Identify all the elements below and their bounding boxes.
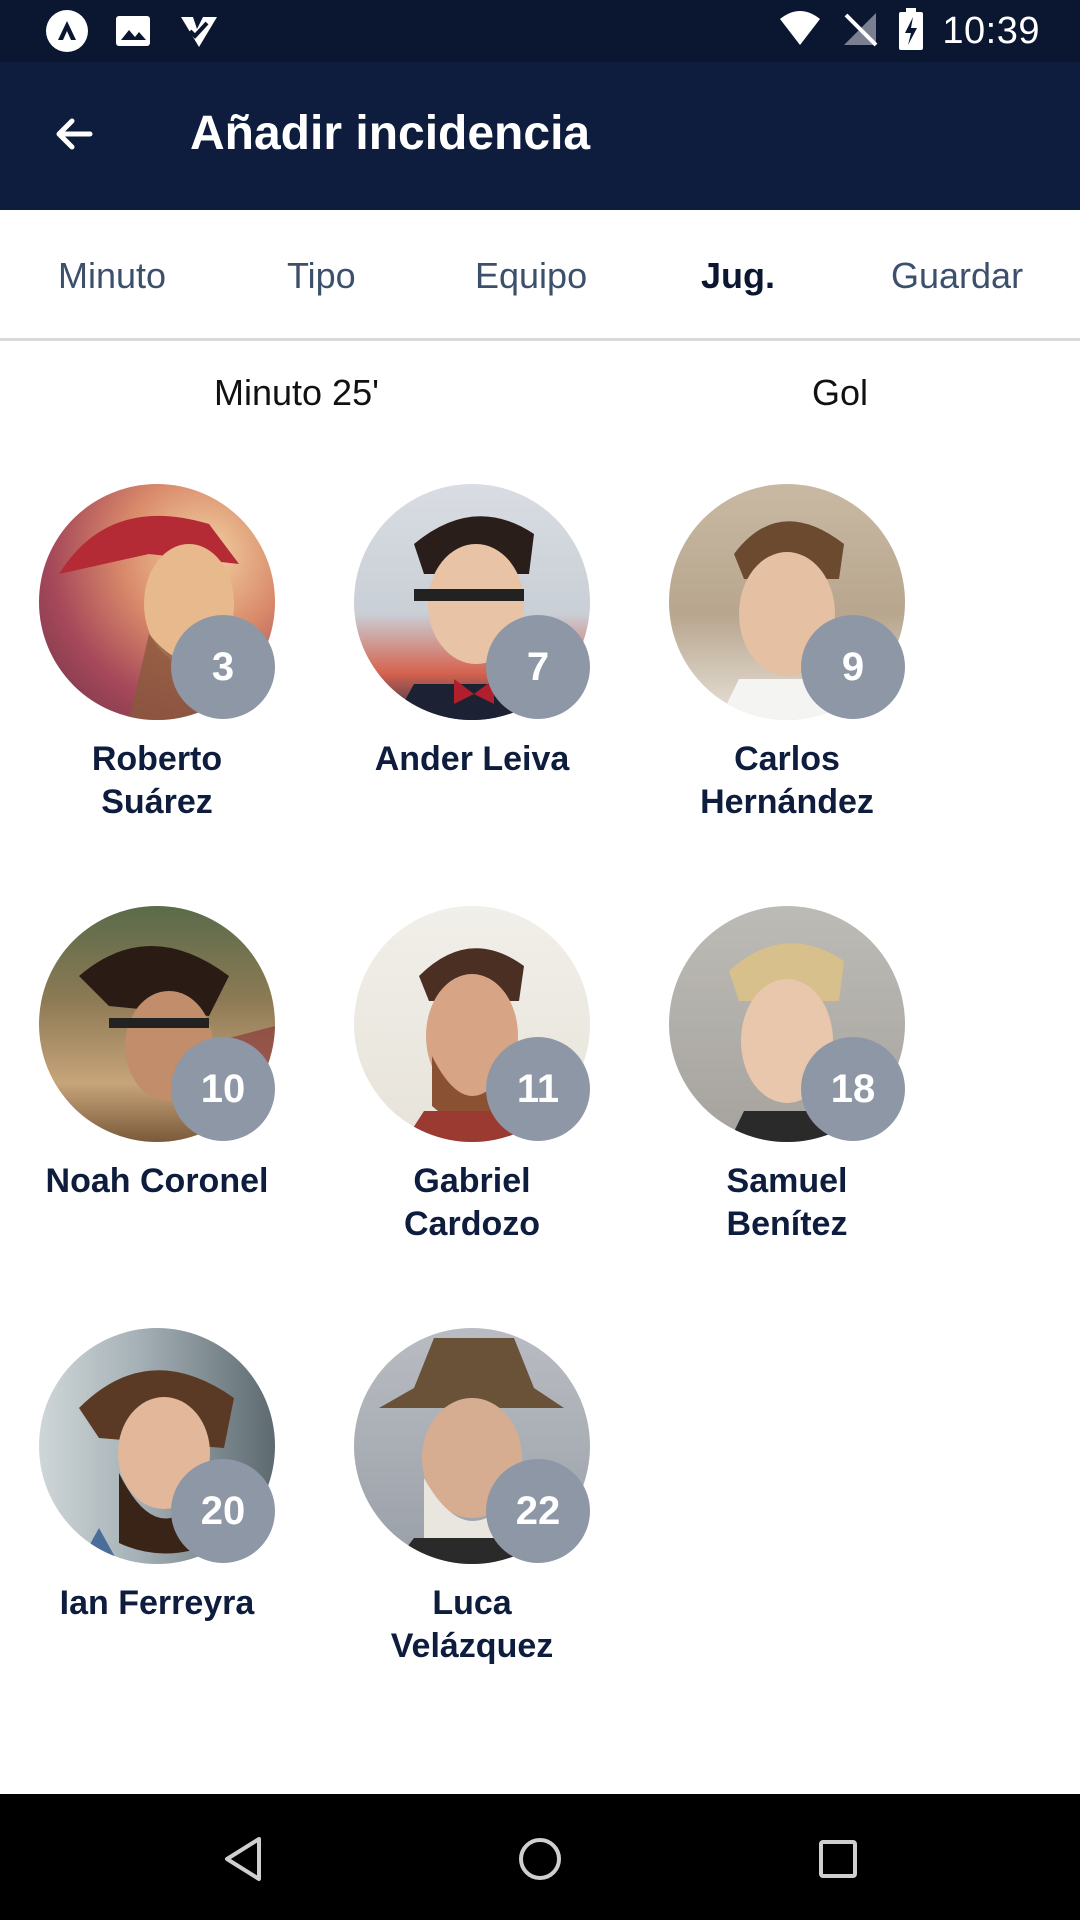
nav-home-button[interactable]	[505, 1824, 575, 1894]
status-left-icons	[44, 8, 222, 54]
battery-charging-icon	[898, 7, 924, 56]
jersey-number-badge: 10	[171, 1037, 275, 1141]
player-name-line2: Cardozo	[404, 1205, 540, 1243]
app-logo-icon	[44, 8, 90, 54]
player-name-line1: Luca	[432, 1584, 512, 1622]
wifi-icon	[778, 9, 822, 54]
arrow-back-icon	[56, 118, 93, 150]
player-name-line1: Samuel	[726, 1162, 848, 1200]
status-right-icons: 10:39	[778, 0, 1040, 62]
jersey-number-badge: 22	[486, 1459, 590, 1563]
player-name: Samuel Benítez	[634, 1160, 940, 1246]
app-bar: Añadir incidencia	[0, 62, 1080, 210]
step-tabs: Minuto Tipo Equipo Jug. Guardar	[0, 210, 1080, 341]
status-time: 10:39	[942, 9, 1040, 52]
status-bar: 10:39	[0, 0, 1080, 62]
selected-type: Gol	[812, 372, 869, 413]
tab-tipo[interactable]: Tipo	[287, 255, 356, 297]
player-name: Ander Leiva	[319, 738, 625, 781]
no-signal-icon	[840, 9, 880, 54]
system-nav-bar	[0, 1794, 1080, 1920]
jersey-number-badge: 9	[801, 615, 905, 719]
player-name-line1: Roberto	[91, 740, 223, 778]
jersey-number-badge: 11	[486, 1037, 590, 1141]
checklist-icon	[176, 8, 222, 54]
jersey-number-badge: 7	[486, 615, 590, 719]
nav-recents-button[interactable]	[803, 1824, 873, 1894]
tab-jugador[interactable]: Jug.	[701, 255, 775, 297]
player-name: Noah Coronel	[4, 1160, 310, 1203]
player-name-line1: Ander Leiva	[374, 740, 570, 778]
selected-minute: Minuto 25'	[214, 372, 379, 413]
home-circle-icon	[519, 1838, 561, 1880]
page-title: Añadir incidencia	[190, 107, 591, 160]
image-icon	[110, 8, 156, 54]
tab-equipo[interactable]: Equipo	[475, 255, 587, 297]
tab-minuto[interactable]: Minuto	[58, 255, 166, 297]
player-name-line2: Suárez	[101, 783, 213, 821]
nav-back-button[interactable]	[208, 1824, 278, 1894]
back-triangle-icon	[225, 1837, 261, 1881]
player-name: Carlos Hernández	[634, 738, 940, 824]
player-name-line1: Noah Coronel	[45, 1162, 269, 1200]
player-name-line2: Benítez	[726, 1205, 848, 1243]
player-name-line1: Ian Ferreyra	[59, 1584, 255, 1622]
recents-square-icon	[819, 1840, 857, 1878]
jersey-number-badge: 18	[801, 1037, 905, 1141]
jersey-number-badge: 3	[171, 615, 275, 719]
player-name: Gabriel Cardozo	[319, 1160, 625, 1246]
back-button[interactable]	[44, 104, 104, 164]
jersey-number-badge: 20	[171, 1459, 275, 1563]
player-name: Ian Ferreyra	[4, 1582, 310, 1625]
player-name-line2: Hernández	[700, 783, 874, 821]
player-name-line1: Carlos	[734, 740, 840, 778]
tab-guardar[interactable]: Guardar	[891, 255, 1023, 297]
player-name: Roberto Suárez	[4, 738, 310, 824]
player-name-line2: Velázquez	[390, 1627, 554, 1665]
player-name-line1: Gabriel	[413, 1162, 531, 1200]
player-name: Luca Velázquez	[319, 1582, 625, 1668]
